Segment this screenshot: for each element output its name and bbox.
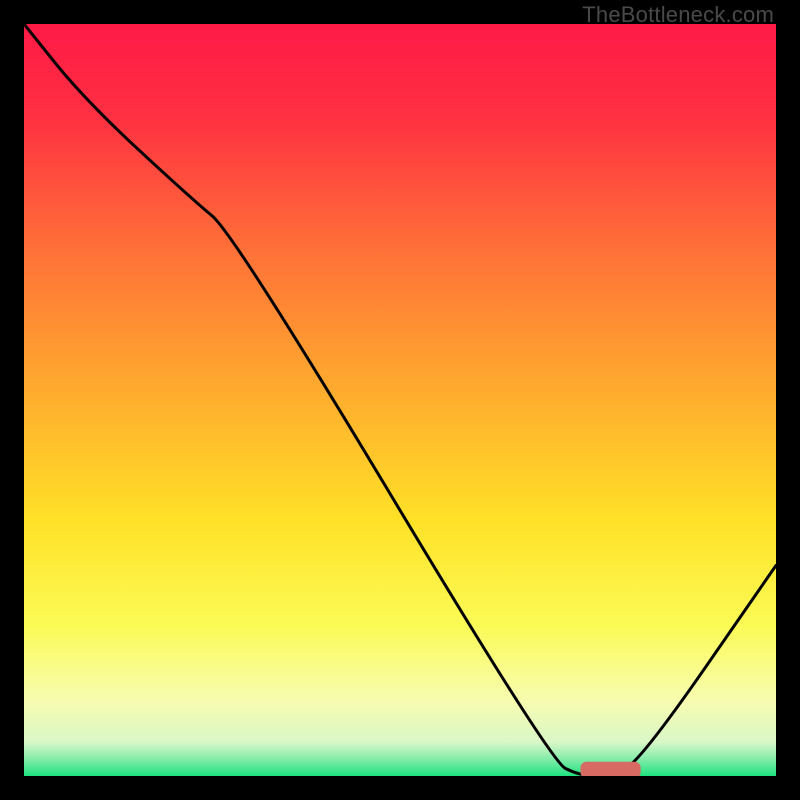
optimal-range-marker	[580, 762, 640, 776]
bottleneck-chart	[24, 24, 776, 776]
gradient-background	[24, 24, 776, 776]
chart-frame	[24, 24, 776, 776]
watermark-text: TheBottleneck.com	[582, 2, 774, 28]
